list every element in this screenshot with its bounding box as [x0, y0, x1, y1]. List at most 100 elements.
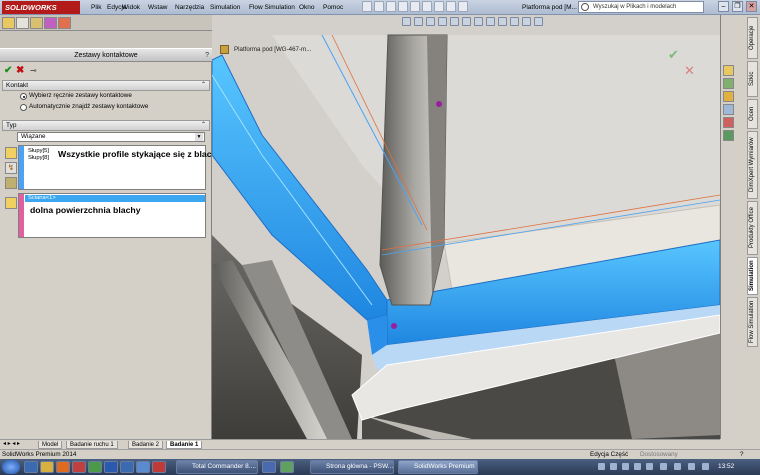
- menu-plik[interactable]: Plik: [91, 2, 101, 13]
- tab-dimxpert[interactable]: DimXpert Wymiarów: [747, 131, 758, 199]
- design-library-icon[interactable]: [723, 78, 734, 89]
- explorer-icon[interactable]: [40, 461, 54, 473]
- tab-ocen[interactable]: Ocen: [747, 99, 758, 129]
- set2-item[interactable]: Ściana<1>: [25, 195, 205, 202]
- restore-button[interactable]: ❐: [732, 1, 743, 12]
- minimize-button[interactable]: –: [718, 1, 729, 12]
- solidworks-logo[interactable]: SOLIDWORKS: [2, 1, 80, 14]
- menu-wstaw[interactable]: Wstaw: [148, 2, 168, 13]
- clock[interactable]: 13:52: [718, 461, 734, 473]
- apply-scene-icon[interactable]: [498, 17, 507, 26]
- resources-icon[interactable]: [723, 65, 734, 76]
- volume-icon[interactable]: [688, 463, 695, 470]
- pin-icon[interactable]: ⊸: [30, 66, 37, 75]
- set1-listbox[interactable]: Słupy[5] Słupy[8] Wszystkie profile styk…: [18, 145, 222, 190]
- collapse-icon[interactable]: ⌃: [201, 81, 206, 90]
- options-icon[interactable]: [458, 1, 468, 12]
- help-icon[interactable]: ?: [740, 450, 744, 459]
- save-icon[interactable]: [386, 1, 396, 12]
- set1-item[interactable]: Słupy[5]: [28, 148, 49, 155]
- search-input[interactable]: Wyszukaj w Plikach i modelach: [578, 1, 704, 13]
- print-icon[interactable]: [398, 1, 408, 12]
- appearances-icon[interactable]: [723, 117, 734, 128]
- tray-icon[interactable]: [646, 463, 653, 470]
- type-select[interactable]: Wiązane ▼: [17, 132, 205, 142]
- set2-listbox[interactable]: Ściana<1> dolna powierzchnia blachy: [18, 193, 206, 238]
- app-icon[interactable]: [262, 461, 276, 473]
- taskbar-total-commander[interactable]: Total Commander 8....: [176, 460, 258, 474]
- file-properties-icon[interactable]: [446, 1, 456, 12]
- tab-model[interactable]: Model: [38, 441, 63, 449]
- tab-simulation[interactable]: Simulation: [747, 257, 758, 295]
- app-icon[interactable]: [152, 461, 166, 473]
- radio-auto[interactable]: [20, 104, 27, 111]
- app-icon[interactable]: [280, 461, 294, 473]
- display-style-icon[interactable]: [462, 17, 471, 26]
- tab-badanie-2[interactable]: Badanie 2: [128, 441, 164, 449]
- zoom-to-fit-icon[interactable]: [402, 17, 411, 26]
- simulation-display-icon[interactable]: [522, 17, 531, 26]
- view-settings-icon[interactable]: [510, 17, 519, 26]
- flyout-tree-label[interactable]: Platforma pod [WG-467-m...: [234, 46, 311, 53]
- tray-icon[interactable]: [598, 463, 605, 470]
- configuration-manager-icon[interactable]: [30, 17, 43, 29]
- tray-icon[interactable]: [660, 463, 667, 470]
- menu-flow-simulation[interactable]: Flow Simulation: [249, 2, 295, 13]
- close-button[interactable]: ✕: [746, 1, 757, 12]
- tray-icon[interactable]: [634, 463, 641, 470]
- section-contact-header[interactable]: Kontakt ⌃: [2, 80, 210, 91]
- undo-icon[interactable]: [410, 1, 420, 12]
- tab-produkty-office[interactable]: Produkty Office: [747, 201, 758, 255]
- new-file-icon[interactable]: [362, 1, 372, 12]
- open-file-icon[interactable]: [374, 1, 384, 12]
- status-custom[interactable]: Dostosowany: [640, 450, 678, 459]
- taskbar-browser[interactable]: Strona główna - PSW...: [310, 460, 394, 474]
- dimxpert-manager-icon[interactable]: [44, 17, 57, 29]
- menu-simulation[interactable]: Simulation: [210, 2, 240, 13]
- zoom-area-icon[interactable]: [414, 17, 423, 26]
- media-icon[interactable]: [56, 461, 70, 473]
- help-icon[interactable]: ?: [205, 49, 209, 62]
- radio-manual[interactable]: [20, 93, 27, 100]
- tab-badanie-1[interactable]: Badanie 1: [166, 441, 203, 449]
- tab-szkic[interactable]: Szkic: [747, 61, 758, 97]
- confirm-cancel-icon[interactable]: ✕: [684, 63, 695, 79]
- part-icon[interactable]: [220, 45, 229, 54]
- custom-properties-icon[interactable]: [723, 130, 734, 141]
- ie-icon[interactable]: [24, 461, 38, 473]
- file-explorer-icon[interactable]: [723, 91, 734, 102]
- tab-flow-simulation[interactable]: Flow Simulation: [747, 297, 758, 347]
- cancel-x-icon[interactable]: ✖: [16, 65, 24, 76]
- edit-appearance-icon[interactable]: [486, 17, 495, 26]
- property-manager-icon[interactable]: [16, 17, 29, 29]
- display-manager-icon[interactable]: [58, 17, 71, 29]
- set1-item[interactable]: Słupy[8]: [28, 155, 49, 162]
- ok-check-icon[interactable]: ✔: [4, 65, 12, 76]
- set2-face-icon[interactable]: [5, 197, 17, 209]
- hide-show-icon[interactable]: [474, 17, 483, 26]
- monitor-icon[interactable]: [534, 17, 543, 26]
- collapse-icon[interactable]: ⌃: [201, 121, 206, 130]
- tray-icon[interactable]: [674, 463, 681, 470]
- select-icon[interactable]: [422, 1, 432, 12]
- rebuild-icon[interactable]: [434, 1, 444, 12]
- menu-pomoc[interactable]: Pomoc: [323, 2, 343, 13]
- contact-marker[interactable]: [436, 101, 442, 107]
- contact-marker[interactable]: [391, 323, 397, 329]
- tab-scroll-arrows[interactable]: ◂ ▸ ◂ ▸: [3, 440, 20, 447]
- start-button[interactable]: [2, 460, 20, 474]
- word-icon[interactable]: [104, 461, 118, 473]
- set1-options-icon[interactable]: [5, 177, 17, 189]
- section-type-header[interactable]: Typ ⌃: [2, 120, 210, 131]
- menu-widok[interactable]: Widok: [122, 2, 140, 13]
- feature-tree-icon[interactable]: [2, 17, 15, 29]
- menu-okno[interactable]: Okno: [299, 2, 315, 13]
- tray-icon[interactable]: [610, 463, 617, 470]
- section-view-icon[interactable]: [438, 17, 447, 26]
- network-icon[interactable]: [702, 463, 709, 470]
- confirm-check-icon[interactable]: ✔: [668, 47, 679, 63]
- view-orientation-icon[interactable]: [450, 17, 459, 26]
- view-palette-icon[interactable]: [723, 104, 734, 115]
- tray-icon[interactable]: [622, 463, 629, 470]
- taskbar-solidworks[interactable]: SolidWorks Premium ...: [398, 460, 478, 474]
